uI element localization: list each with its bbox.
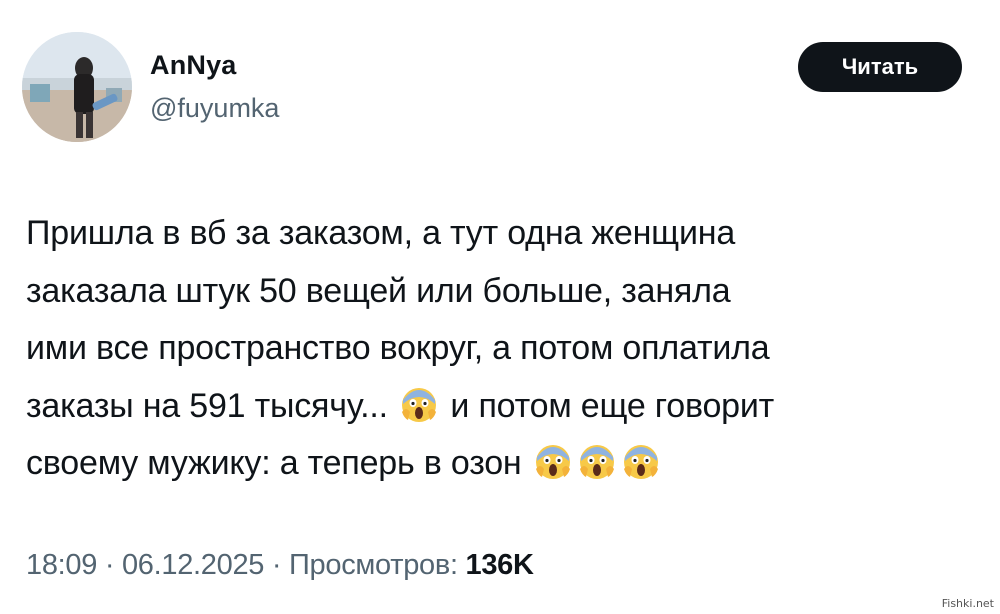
tweet-text: Пришла в вб за заказом, а тут одна женщи… (26, 205, 991, 493)
read-button[interactable]: Читать (798, 42, 962, 92)
face-screaming-in-fear-icon (578, 442, 616, 480)
meta-separator: · (104, 549, 115, 581)
face-screaming-in-fear-icon (400, 385, 438, 423)
tweet-meta: 18:09 · 06.12.2025 · Просмотров: 136K (26, 549, 534, 582)
tweet-line: заказы на 591 тысячу... и потом еще гово… (26, 378, 991, 436)
face-screaming-in-fear-icon (534, 442, 572, 480)
meta-separator: · (271, 549, 282, 581)
views-count: 136K (465, 549, 534, 581)
tweet-line-part: и потом еще говорит (450, 386, 775, 425)
tweet-line: ими все пространство вокруг, а потом опл… (26, 329, 770, 367)
tweet-line-part: заказы на 591 тысячу... (26, 386, 388, 425)
tweet-line-part: своему мужику: а теперь в озон (26, 444, 522, 482)
avatar[interactable] (22, 32, 132, 142)
tweet-line: Пришла в вб за заказом, а тут одна женщи… (26, 214, 736, 252)
tweet-line: заказала штук 50 вещей или больше, занял… (26, 271, 731, 310)
author-handle[interactable]: @fuyumka (150, 93, 279, 124)
tweet-time[interactable]: 18:09 (26, 549, 97, 581)
author-display-name[interactable]: AnNya (150, 50, 237, 81)
avatar-photo (22, 32, 132, 142)
views-label: Просмотров: (289, 549, 458, 581)
face-screaming-in-fear-icon (622, 442, 660, 480)
tweet-date[interactable]: 06.12.2025 (122, 549, 264, 581)
tweet-line: своему мужику: а теперь в озон (26, 435, 991, 493)
watermark: Fishki.net (941, 597, 994, 610)
